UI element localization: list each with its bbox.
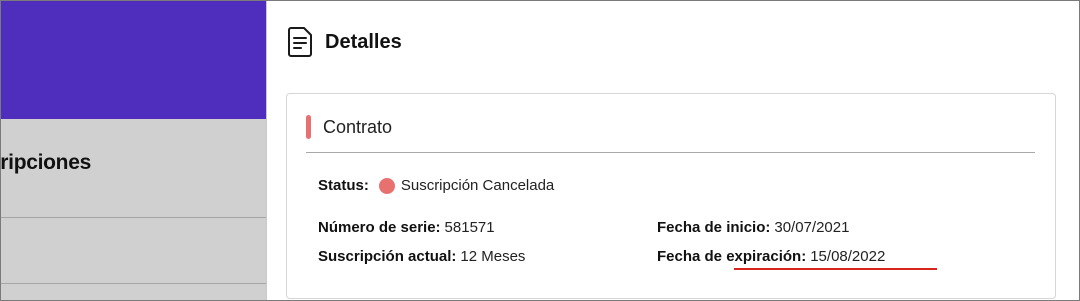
expiry-date-value: 15/08/2022 [810, 248, 886, 265]
background-header-bar [1, 1, 266, 119]
current-subscription-row: Suscripción actual: 12 Meses [318, 248, 525, 265]
document-icon [288, 27, 312, 57]
status-value: Suscripción Cancelada [400, 177, 555, 194]
start-date-row: Fecha de inicio: 30/07/2021 [657, 219, 849, 236]
card-divider [306, 152, 1035, 153]
current-subscription-value: 12 Meses [460, 248, 526, 265]
card-accent-bar [306, 115, 311, 139]
expiry-date-label: Fecha de expiración: [657, 248, 807, 265]
status-label: Status: [318, 177, 369, 194]
serial-number-row: Número de serie: 581571 [318, 219, 495, 236]
background-page: uscripciones [0, 1, 266, 300]
background-page-title: uscripciones [0, 151, 91, 174]
drawer-title: Detalles [325, 30, 402, 53]
status-row: Status: Suscripción Cancelada [318, 177, 554, 194]
contract-card-header: Contrato [306, 114, 392, 140]
details-drawer: Detalles Contrato Status: Suscripción Ca… [266, 1, 1079, 300]
contract-title: Contrato [323, 116, 393, 137]
start-date-value: 30/07/2021 [774, 219, 850, 236]
contract-card: Contrato Status: Suscripción Cancelada N… [286, 93, 1056, 299]
start-date-label: Fecha de inicio: [657, 219, 771, 236]
serial-number-label: Número de serie: [318, 219, 441, 236]
window-frame: uscripciones Detalles Contrato Status: S [0, 0, 1080, 301]
expiry-date-row: Fecha de expiración: 15/08/2022 [657, 248, 885, 265]
expiry-highlight-underline [734, 268, 937, 270]
current-subscription-label: Suscripción actual: [318, 248, 457, 265]
drawer-header: Detalles [287, 25, 402, 59]
background-divider [1, 217, 266, 218]
serial-number-value: 581571 [444, 219, 495, 236]
status-dot-icon [378, 177, 395, 194]
background-divider [1, 283, 266, 284]
